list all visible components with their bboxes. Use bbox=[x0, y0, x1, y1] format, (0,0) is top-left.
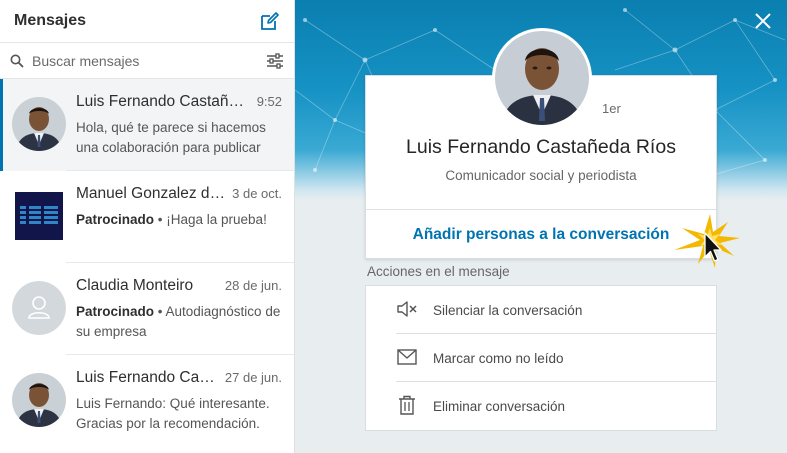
messages-sidebar: Mensajes Buscar mensajes Luis Fernando C… bbox=[0, 0, 295, 453]
sponsored-label: Patrocinado bbox=[76, 212, 155, 227]
sponsored-label: Patrocinado bbox=[76, 304, 155, 319]
search-icon bbox=[10, 54, 24, 68]
compose-message-button[interactable] bbox=[260, 11, 280, 31]
conversation-item[interactable]: Manuel Gonzalez de la Torre 3 de oct. Pa… bbox=[0, 171, 294, 263]
actions-section-label: Acciones en el mensaje bbox=[367, 264, 510, 279]
connection-degree: 1er bbox=[602, 101, 621, 116]
conversation-name: Luis Fernando Castañeda Ríos bbox=[76, 93, 246, 110]
conversation-date: 27 de jun. bbox=[224, 370, 282, 385]
mouse-cursor-icon bbox=[704, 232, 722, 262]
sidebar-header: Mensajes bbox=[0, 0, 294, 43]
search-bar bbox=[0, 43, 294, 79]
snippet-text: Hola, qué te parece si hacemos una colab… bbox=[76, 120, 266, 155]
envelope-icon bbox=[397, 349, 417, 365]
close-icon bbox=[755, 13, 771, 29]
action-label: Marcar como no leído bbox=[433, 350, 564, 366]
conversation-name: Manuel Gonzalez de la Torre bbox=[76, 185, 226, 202]
ibm-logo-avatar bbox=[12, 189, 66, 243]
avatar bbox=[12, 373, 66, 427]
conversation-item[interactable]: Luis Fernando Castañeda Ríos 27 de jun. … bbox=[0, 355, 294, 447]
conversation-item[interactable]: Luis Fernando Castañeda Ríos 9:52 Hola, … bbox=[0, 79, 294, 171]
placeholder-avatar bbox=[12, 281, 66, 335]
avatar bbox=[12, 97, 66, 151]
conversation-name: Luis Fernando Castañeda Ríos bbox=[76, 369, 216, 386]
action-label: Silenciar la conversación bbox=[433, 302, 583, 318]
conversation-date: 9:52 bbox=[256, 94, 282, 109]
snippet-text: Luis Fernando: Qué interesante. Gracias … bbox=[76, 396, 270, 431]
conversation-snippet: Hola, qué te parece si hacemos una colab… bbox=[76, 118, 282, 158]
snippet-text: ¡Haga la prueba! bbox=[166, 212, 267, 227]
conversation-snippet: Patrocinado • ¡Haga la prueba! bbox=[76, 212, 267, 227]
mute-icon bbox=[397, 301, 417, 317]
conversation-snippet: Patrocinado • Autodiagnóstico de su empr… bbox=[76, 304, 281, 339]
mute-conversation-button[interactable]: Silenciar la conversación bbox=[366, 286, 716, 334]
sidebar-title: Mensajes bbox=[14, 12, 87, 29]
profile-headline: Comunicador social y periodista bbox=[445, 168, 637, 183]
profile-card: 1er Luis Fernando Castañeda Ríos Comunic… bbox=[365, 28, 717, 259]
conversation-date: 3 de oct. bbox=[232, 186, 282, 201]
conversation-date: 28 de jun. bbox=[224, 278, 282, 293]
delete-conversation-button[interactable]: Eliminar conversación bbox=[366, 382, 716, 430]
compose-icon bbox=[261, 12, 279, 30]
conversation-details-panel: 1er Luis Fernando Castañeda Ríos Comunic… bbox=[295, 0, 787, 453]
trash-icon bbox=[399, 395, 415, 415]
actions-list: Silenciar la conversación Marcar como no… bbox=[365, 285, 717, 431]
action-label: Eliminar conversación bbox=[433, 398, 566, 414]
conversation-item[interactable]: Claudia Monteiro 28 de jun. Patrocinado … bbox=[0, 263, 294, 355]
add-people-button[interactable]: Añadir personas a la conversación bbox=[366, 210, 716, 259]
conversation-name: Claudia Monteiro bbox=[76, 277, 194, 294]
close-button[interactable] bbox=[753, 11, 773, 31]
profile-photo[interactable] bbox=[492, 28, 592, 128]
profile-name[interactable]: Luis Fernando Castañeda Ríos bbox=[366, 136, 716, 159]
filter-icon[interactable] bbox=[266, 52, 284, 69]
search-input[interactable] bbox=[32, 52, 258, 69]
conversation-snippet: Luis Fernando: Qué interesante. Gracias … bbox=[76, 394, 282, 434]
mark-unread-button[interactable]: Marcar como no leído bbox=[366, 334, 716, 382]
